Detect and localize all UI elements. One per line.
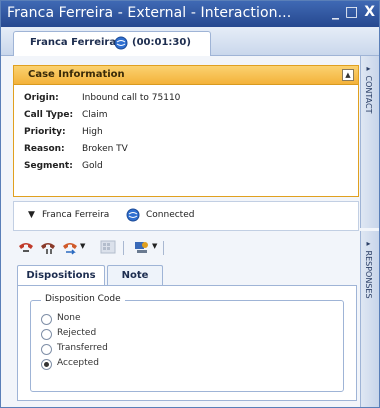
field-label: Priority:	[24, 127, 66, 137]
option-label: Accepted	[57, 358, 99, 368]
keypad-icon[interactable]	[99, 239, 117, 255]
field-value: Inbound call to 75110	[82, 93, 181, 103]
contact-panel-label: ▸ CONTACT	[364, 64, 373, 114]
conference-icon[interactable]	[133, 239, 151, 255]
case-field-segment: Segment: Gold	[24, 161, 358, 178]
toolbar-separator	[123, 241, 124, 255]
case-field-reason: Reason: Broken TV	[24, 144, 358, 161]
field-value: Broken TV	[82, 144, 128, 154]
case-field-origin: Origin: Inbound call to 75110	[24, 93, 358, 110]
conference-dropdown-icon[interactable]: ▼	[152, 242, 157, 250]
toolbar-separator	[163, 241, 164, 255]
option-label: Transferred	[57, 343, 108, 353]
phone-hold-icon[interactable]	[39, 239, 57, 255]
interaction-window: Franca Ferreira - External - Interaction…	[0, 0, 380, 408]
field-label: Call Type:	[24, 110, 74, 120]
close-button[interactable]: X	[364, 4, 375, 20]
field-label: Segment:	[24, 161, 73, 171]
tab-dispositions[interactable]: Dispositions	[17, 265, 105, 287]
field-label: Reason:	[24, 144, 65, 154]
collapse-icon[interactable]: ▲	[342, 69, 354, 81]
radio-button[interactable]	[41, 359, 52, 370]
window-title: Franca Ferreira - External - Interaction…	[7, 5, 292, 21]
interaction-tabstrip: Franca Ferreira (00:01:30)	[1, 27, 379, 56]
title-bar: Franca Ferreira - External - Interaction…	[1, 1, 379, 27]
globe-icon	[114, 36, 128, 50]
dispositions-panel: Disposition Code None Rejected Transferr…	[17, 285, 357, 401]
globe-icon	[126, 208, 140, 222]
responses-panel-label: ▸ RESPONSES	[364, 239, 373, 299]
connection-status: Connected	[146, 210, 195, 220]
field-value: High	[82, 127, 103, 137]
tab-interaction[interactable]: Franca Ferreira (00:01:30)	[13, 31, 211, 56]
minimize-button[interactable]: _	[332, 4, 339, 20]
field-label: Origin:	[24, 93, 59, 103]
case-information-header: Case Information ▲	[14, 66, 358, 85]
radio-button[interactable]	[41, 329, 52, 340]
call-toolbar: ▼ ▼	[13, 235, 213, 259]
party-name: Franca Ferreira	[42, 210, 110, 220]
connection-bar: ▼ Franca Ferreira Connected	[13, 201, 359, 231]
contact-side-panel[interactable]: ▸ CONTACT	[360, 56, 379, 228]
expand-arrow-icon[interactable]: ▼	[28, 210, 35, 220]
phone-transfer-icon[interactable]	[61, 239, 79, 255]
field-value: Gold	[82, 161, 103, 171]
call-timer: (00:01:30)	[132, 37, 191, 48]
radio-button[interactable]	[41, 344, 52, 355]
tab-note[interactable]: Note	[107, 265, 163, 286]
responses-side-panel[interactable]: ▸ RESPONSES	[360, 231, 379, 407]
case-field-priority: Priority: High	[24, 127, 358, 144]
case-field-call-type: Call Type: Claim	[24, 110, 358, 127]
phone-hangup-icon[interactable]	[17, 239, 35, 255]
transfer-dropdown-icon[interactable]: ▼	[80, 242, 85, 250]
disposition-code-legend: Disposition Code	[41, 294, 125, 304]
radio-button[interactable]	[41, 314, 52, 325]
disposition-code-group: Disposition Code None Rejected Transferr…	[30, 294, 344, 392]
tab-contact-name: Franca Ferreira	[30, 37, 117, 48]
maximize-button[interactable]: □	[345, 4, 358, 20]
option-label: Rejected	[57, 328, 97, 338]
case-information-title: Case Information	[28, 69, 125, 80]
option-label: None	[57, 313, 81, 323]
field-value: Claim	[82, 110, 108, 120]
case-information-panel: Case Information ▲ Origin: Inbound call …	[13, 65, 359, 197]
